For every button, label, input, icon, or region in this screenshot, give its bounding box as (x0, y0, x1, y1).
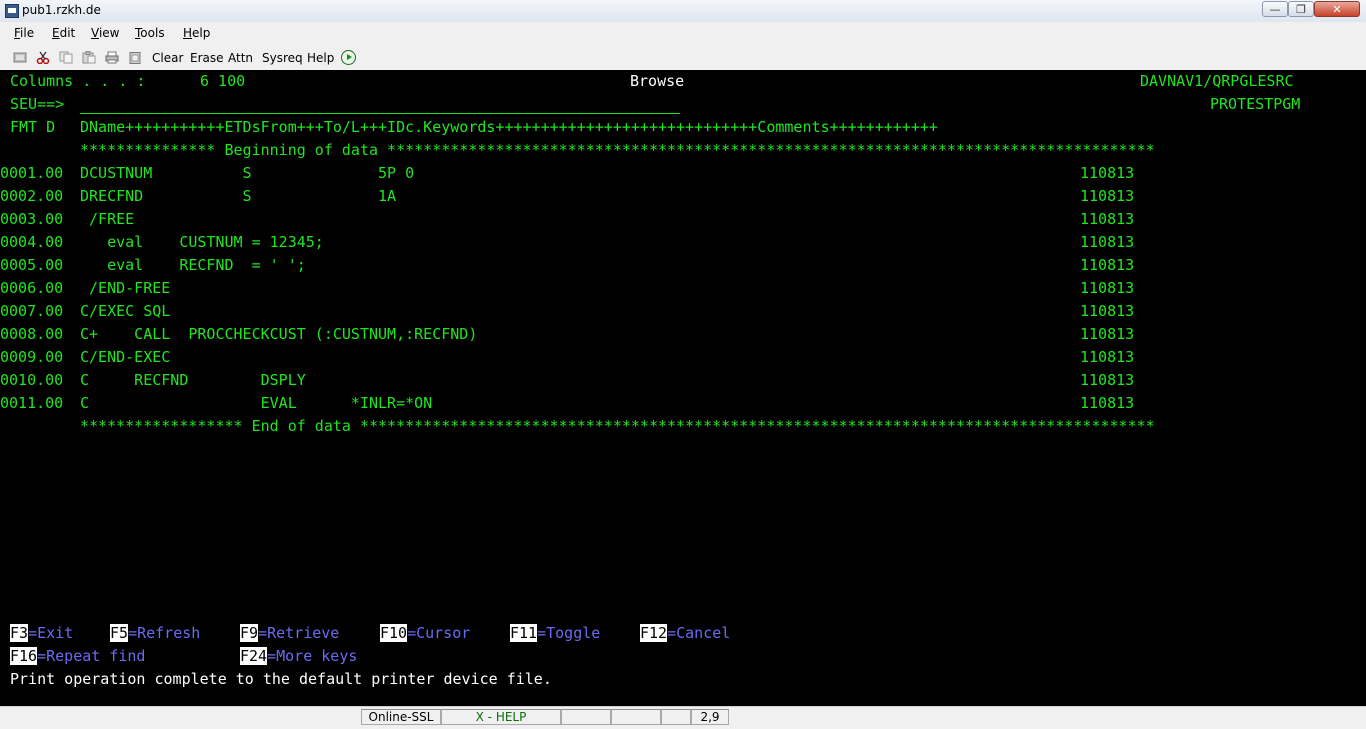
seu-prompt: SEU==> (10, 95, 65, 113)
fkey-f11[interactable]: F11=Toggle (510, 623, 600, 643)
status-cell-empty-3 (661, 709, 691, 725)
connection-status: Online-SSL (361, 709, 441, 725)
maximize-icon: ❐ (1296, 3, 1306, 16)
format-label: FMT D (10, 118, 56, 136)
source-line-change-date: 110813 (1080, 348, 1135, 366)
status-cell-empty-1 (561, 709, 611, 725)
terminal-screen[interactable]: Columns . . . : 6 100 Browse DAVNAV1/QRP… (0, 70, 1366, 706)
source-line-change-date: 110813 (1080, 371, 1135, 389)
window-title: pub1.rzkh.de (22, 3, 101, 17)
source-line-change-date: 110813 (1080, 187, 1135, 205)
source-line-source-code: C EVAL *INLR=*ON (80, 394, 433, 412)
source-line-source-code: C/EXEC SQL (80, 302, 171, 320)
menu-help[interactable]: Help (183, 26, 210, 40)
seu-command-input[interactable] (80, 113, 680, 114)
member-name: PROTESTPGM (1210, 95, 1301, 113)
source-line-change-date: 110813 (1080, 256, 1135, 274)
record-icon[interactable] (13, 51, 27, 64)
clipboard-icon[interactable] (128, 51, 142, 64)
source-line-source-code: eval RECFND = ' '; (80, 256, 306, 274)
close-button[interactable]: ✕ (1314, 1, 1360, 17)
library-file: DAVNAV1/QRPGLESRC (1140, 72, 1294, 90)
source-line-source-code: /FREE (80, 210, 135, 228)
attn-button[interactable]: Attn (228, 51, 253, 65)
source-line-seq-number: 0008.00 (0, 325, 64, 343)
status-bar: Online-SSL X - HELP 2,9 (0, 706, 1366, 729)
minimize-icon: — (1269, 3, 1281, 16)
menu-bar: File Edit View Tools Help (0, 22, 1366, 46)
paste-icon[interactable] (82, 51, 96, 64)
mode-title: Browse (630, 72, 685, 90)
erase-button[interactable]: Erase (190, 51, 224, 65)
columns-value: 6 100 (200, 72, 246, 90)
source-line-seq-number: 0005.00 (0, 256, 64, 274)
source-line-change-date: 110813 (1080, 302, 1135, 320)
title-bar: pub1.rzkh.de — ❐ ✕ (0, 0, 1366, 23)
fkey-f16[interactable]: F16=Repeat find (10, 646, 145, 666)
menu-tools[interactable]: Tools (135, 26, 165, 40)
source-line-change-date: 110813 (1080, 394, 1135, 412)
source-line-change-date: 110813 (1080, 325, 1135, 343)
clear-button[interactable]: Clear (152, 51, 183, 65)
source-line-seq-number: 0004.00 (0, 233, 64, 251)
format-ruler: DName+++++++++++ETDsFrom+++To/L+++IDc.Ke… (80, 118, 938, 136)
menu-file[interactable]: File (14, 26, 34, 40)
source-line-change-date: 110813 (1080, 279, 1135, 297)
end-of-data: ****************** End of data *********… (80, 417, 1155, 435)
source-line-seq-number: 0003.00 (0, 210, 64, 228)
source-line-source-code: C RECFND DSPLY (80, 371, 306, 389)
cut-icon[interactable] (36, 51, 50, 64)
source-line-source-code: C/END-EXEC (80, 348, 171, 366)
source-line-seq-number: 0006.00 (0, 279, 64, 297)
source-line-seq-number: 0010.00 (0, 371, 64, 389)
source-line-seq-number: 0007.00 (0, 302, 64, 320)
cursor-position: 2,9 (691, 709, 729, 725)
fkey-f3[interactable]: F3=Exit (10, 623, 73, 643)
source-line-change-date: 110813 (1080, 233, 1135, 251)
source-line-seq-number: 0011.00 (0, 394, 64, 412)
source-line-change-date: 110813 (1080, 164, 1135, 182)
close-icon: ✕ (1332, 3, 1342, 16)
fkey-f10[interactable]: F10=Cursor (380, 623, 470, 643)
fkey-f9[interactable]: F9=Retrieve (240, 623, 339, 643)
columns-label: Columns . . . : (10, 72, 146, 90)
source-line-source-code: eval CUSTNUM = 12345; (80, 233, 324, 251)
menu-edit[interactable]: Edit (52, 26, 75, 40)
menu-view[interactable]: View (91, 26, 119, 40)
sysreq-button[interactable]: Sysreq (262, 51, 303, 65)
play-icon[interactable] (341, 50, 356, 65)
source-line-source-code: /END-FREE (80, 279, 171, 297)
fkey-f12[interactable]: F12=Cancel (640, 623, 730, 643)
source-line-source-code: C+ CALL PROCCHECKCUST (:CUSTNUM,:RECFND) (80, 325, 478, 343)
maximize-button[interactable]: ❐ (1288, 1, 1314, 17)
source-line-seq-number: 0001.00 (0, 164, 64, 182)
beginning-of-data: *************** Beginning of data ******… (80, 141, 1155, 159)
source-line-seq-number: 0009.00 (0, 348, 64, 366)
minimize-button[interactable]: — (1262, 1, 1288, 17)
source-line-source-code: DRECFND S 1A (80, 187, 397, 205)
input-mode-status: X - HELP (441, 709, 561, 725)
source-line-change-date: 110813 (1080, 210, 1135, 228)
fkey-f5[interactable]: F5=Refresh (110, 623, 200, 643)
toolbar: Clear Erase Attn Sysreq Help (0, 45, 1366, 71)
message-line: Print operation complete to the default … (10, 670, 552, 688)
status-cell-empty-2 (611, 709, 661, 725)
help-button[interactable]: Help (307, 51, 334, 65)
print-icon[interactable] (105, 51, 119, 64)
fkey-f24[interactable]: F24=More keys (240, 646, 357, 666)
source-line-seq-number: 0002.00 (0, 187, 64, 205)
app-icon (5, 4, 19, 18)
copy-icon[interactable] (59, 51, 73, 64)
source-line-source-code: DCUSTNUM S 5P 0 (80, 164, 415, 182)
